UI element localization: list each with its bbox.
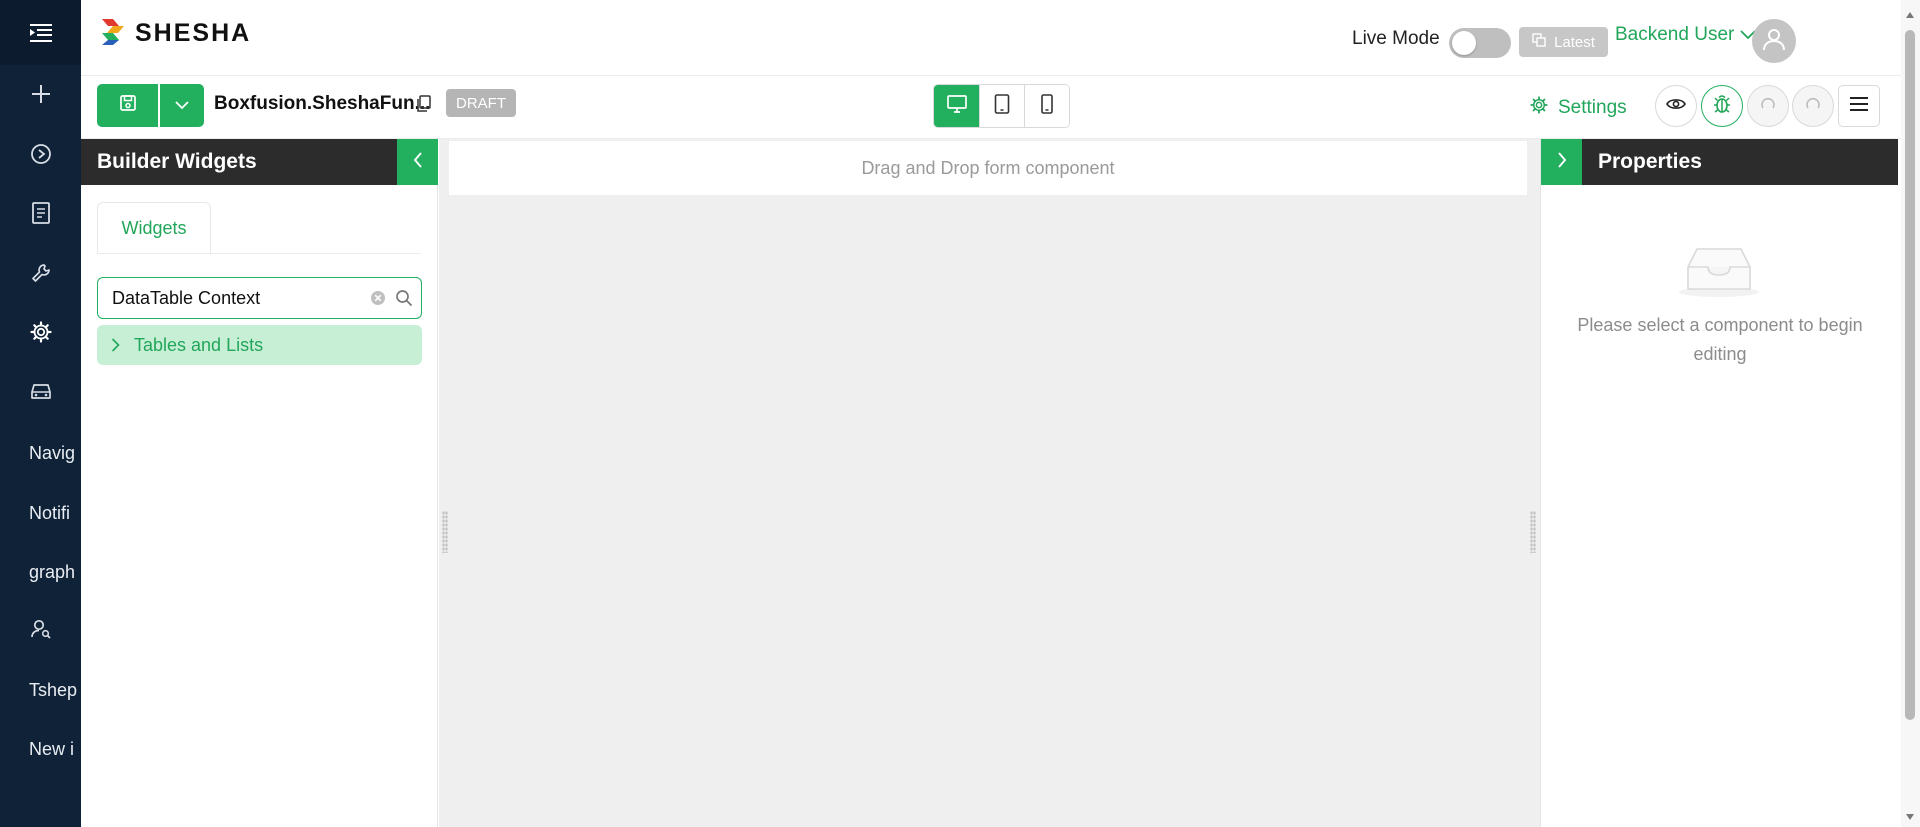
page-scrollbar[interactable]: [1901, 0, 1920, 827]
wrench-icon: [30, 262, 52, 289]
redo-icon: [1804, 96, 1822, 117]
mobile-view-button[interactable]: [1024, 85, 1069, 127]
logo-text: SHESHA: [135, 19, 252, 47]
versions-icon: [1532, 33, 1546, 51]
sidebar-item-navigation[interactable]: Navig: [29, 438, 81, 468]
undo-icon: [1759, 96, 1777, 117]
collapse-properties-button[interactable]: [1541, 139, 1582, 185]
main-sidebar: Navig Notifi graph Tshep New i: [0, 0, 81, 827]
widget-search-box: [97, 277, 422, 319]
designer-toolbar: Boxfusion.SheshaFun... DRAFT Settings: [81, 77, 1901, 139]
sidebar-item-add[interactable]: [0, 76, 81, 116]
app-root: Navig Notifi graph Tshep New i SHESHA Li…: [0, 0, 1920, 827]
debug-button[interactable]: [1701, 85, 1743, 127]
sidebar-item-play[interactable]: [0, 136, 81, 176]
properties-panel-header: Properties: [1582, 139, 1898, 185]
empty-inbox-icon: [1675, 243, 1763, 304]
settings-label: Settings: [1558, 97, 1627, 118]
user-icon: [1761, 26, 1787, 57]
scroll-up-icon[interactable]: [1905, 6, 1915, 24]
eye-icon: [1666, 97, 1686, 116]
sidebar-item-settings[interactable]: [0, 314, 81, 354]
toggle-knob: [1452, 31, 1476, 55]
hamburger-icon: [1849, 96, 1869, 117]
save-icon: [119, 94, 137, 117]
desktop-icon: [946, 94, 967, 118]
sidebar-item-new[interactable]: New i: [29, 734, 81, 764]
user-avatar[interactable]: [1752, 19, 1796, 63]
chevron-left-icon: [413, 151, 423, 173]
desktop-view-button[interactable]: [934, 85, 979, 127]
tablet-icon: [994, 93, 1010, 119]
collapse-widgets-button[interactable]: [397, 139, 438, 185]
chevron-right-icon: [111, 338, 120, 352]
menu-fold-icon[interactable]: [0, 0, 81, 65]
widget-group-label: Tables and Lists: [134, 334, 264, 355]
settings-button[interactable]: Settings: [1530, 96, 1627, 120]
tab-widgets[interactable]: Widgets: [97, 202, 211, 253]
tab-divider: [97, 253, 421, 254]
left-resize-handle[interactable]: [442, 511, 448, 553]
sidebar-item-notifications[interactable]: Notifi: [29, 498, 81, 528]
user-name-label: Backend User: [1615, 24, 1735, 45]
builder-widgets-panel: Builder Widgets Widgets Tables and Lists: [81, 139, 438, 827]
right-resize-handle[interactable]: [1530, 511, 1536, 553]
sidebar-item-tools[interactable]: [0, 255, 81, 295]
widget-search-input[interactable]: [112, 286, 352, 310]
device-switcher: [933, 84, 1070, 128]
sidebar-item-documents[interactable]: [0, 195, 81, 235]
scrollbar-thumb[interactable]: [1905, 30, 1915, 720]
document-icon: [31, 201, 51, 229]
app-logo[interactable]: SHESHA: [99, 16, 251, 51]
latest-label: Latest: [1554, 33, 1595, 51]
empty-state-text: Please select a component to begin editi…: [1577, 315, 1863, 364]
widgets-panel-title: Builder Widgets: [97, 150, 257, 173]
save-options-button[interactable]: [160, 84, 204, 127]
scroll-down-icon[interactable]: [1905, 808, 1915, 826]
sidebar-item-tshep[interactable]: Tshep: [29, 675, 81, 705]
clear-icon[interactable]: [370, 290, 386, 311]
latest-version-button[interactable]: Latest: [1519, 27, 1608, 57]
car-icon: [29, 381, 53, 406]
undo-button[interactable]: [1747, 85, 1789, 127]
properties-panel: Properties Please select a component to …: [1540, 139, 1898, 827]
mobile-icon: [1041, 93, 1053, 119]
sidebar-item-graph[interactable]: graph: [29, 557, 81, 587]
chevron-down-icon: [175, 97, 189, 115]
preview-button[interactable]: [1655, 85, 1697, 127]
user-menu[interactable]: Backend User: [1615, 24, 1756, 46]
tablet-view-button[interactable]: [979, 85, 1024, 127]
sidebar-item-users[interactable]: [0, 611, 81, 651]
form-name: Boxfusion.SheshaFun...: [214, 93, 431, 114]
top-header: SHESHA Live Mode Latest Backend User: [81, 0, 1901, 76]
user-search-icon: [30, 618, 52, 645]
drop-zone[interactable]: Drag and Drop form component: [449, 141, 1527, 195]
gear-icon: [1530, 96, 1548, 120]
widget-group-tables-and-lists[interactable]: Tables and Lists: [97, 325, 422, 365]
shesha-logo-icon: [99, 16, 129, 51]
save-button[interactable]: [97, 84, 158, 127]
search-icon[interactable]: [395, 289, 413, 312]
copy-icon[interactable]: [416, 95, 432, 118]
gear-icon: [29, 320, 52, 348]
sidebar-item-vehicles[interactable]: [0, 373, 81, 413]
chevron-right-icon: [1557, 151, 1567, 173]
form-canvas[interactable]: Drag and Drop form component: [439, 139, 1540, 827]
redo-button[interactable]: [1792, 85, 1834, 127]
properties-panel-title: Properties: [1598, 150, 1702, 173]
status-badge: DRAFT: [446, 89, 516, 117]
play-circle-icon: [30, 143, 52, 170]
plus-icon: [30, 83, 52, 110]
live-mode-label: Live Mode: [1352, 28, 1440, 49]
live-mode-toggle[interactable]: [1449, 28, 1511, 58]
bug-icon: [1713, 94, 1731, 119]
widgets-panel-header: Builder Widgets: [81, 139, 438, 185]
more-menu-button[interactable]: [1838, 85, 1880, 127]
